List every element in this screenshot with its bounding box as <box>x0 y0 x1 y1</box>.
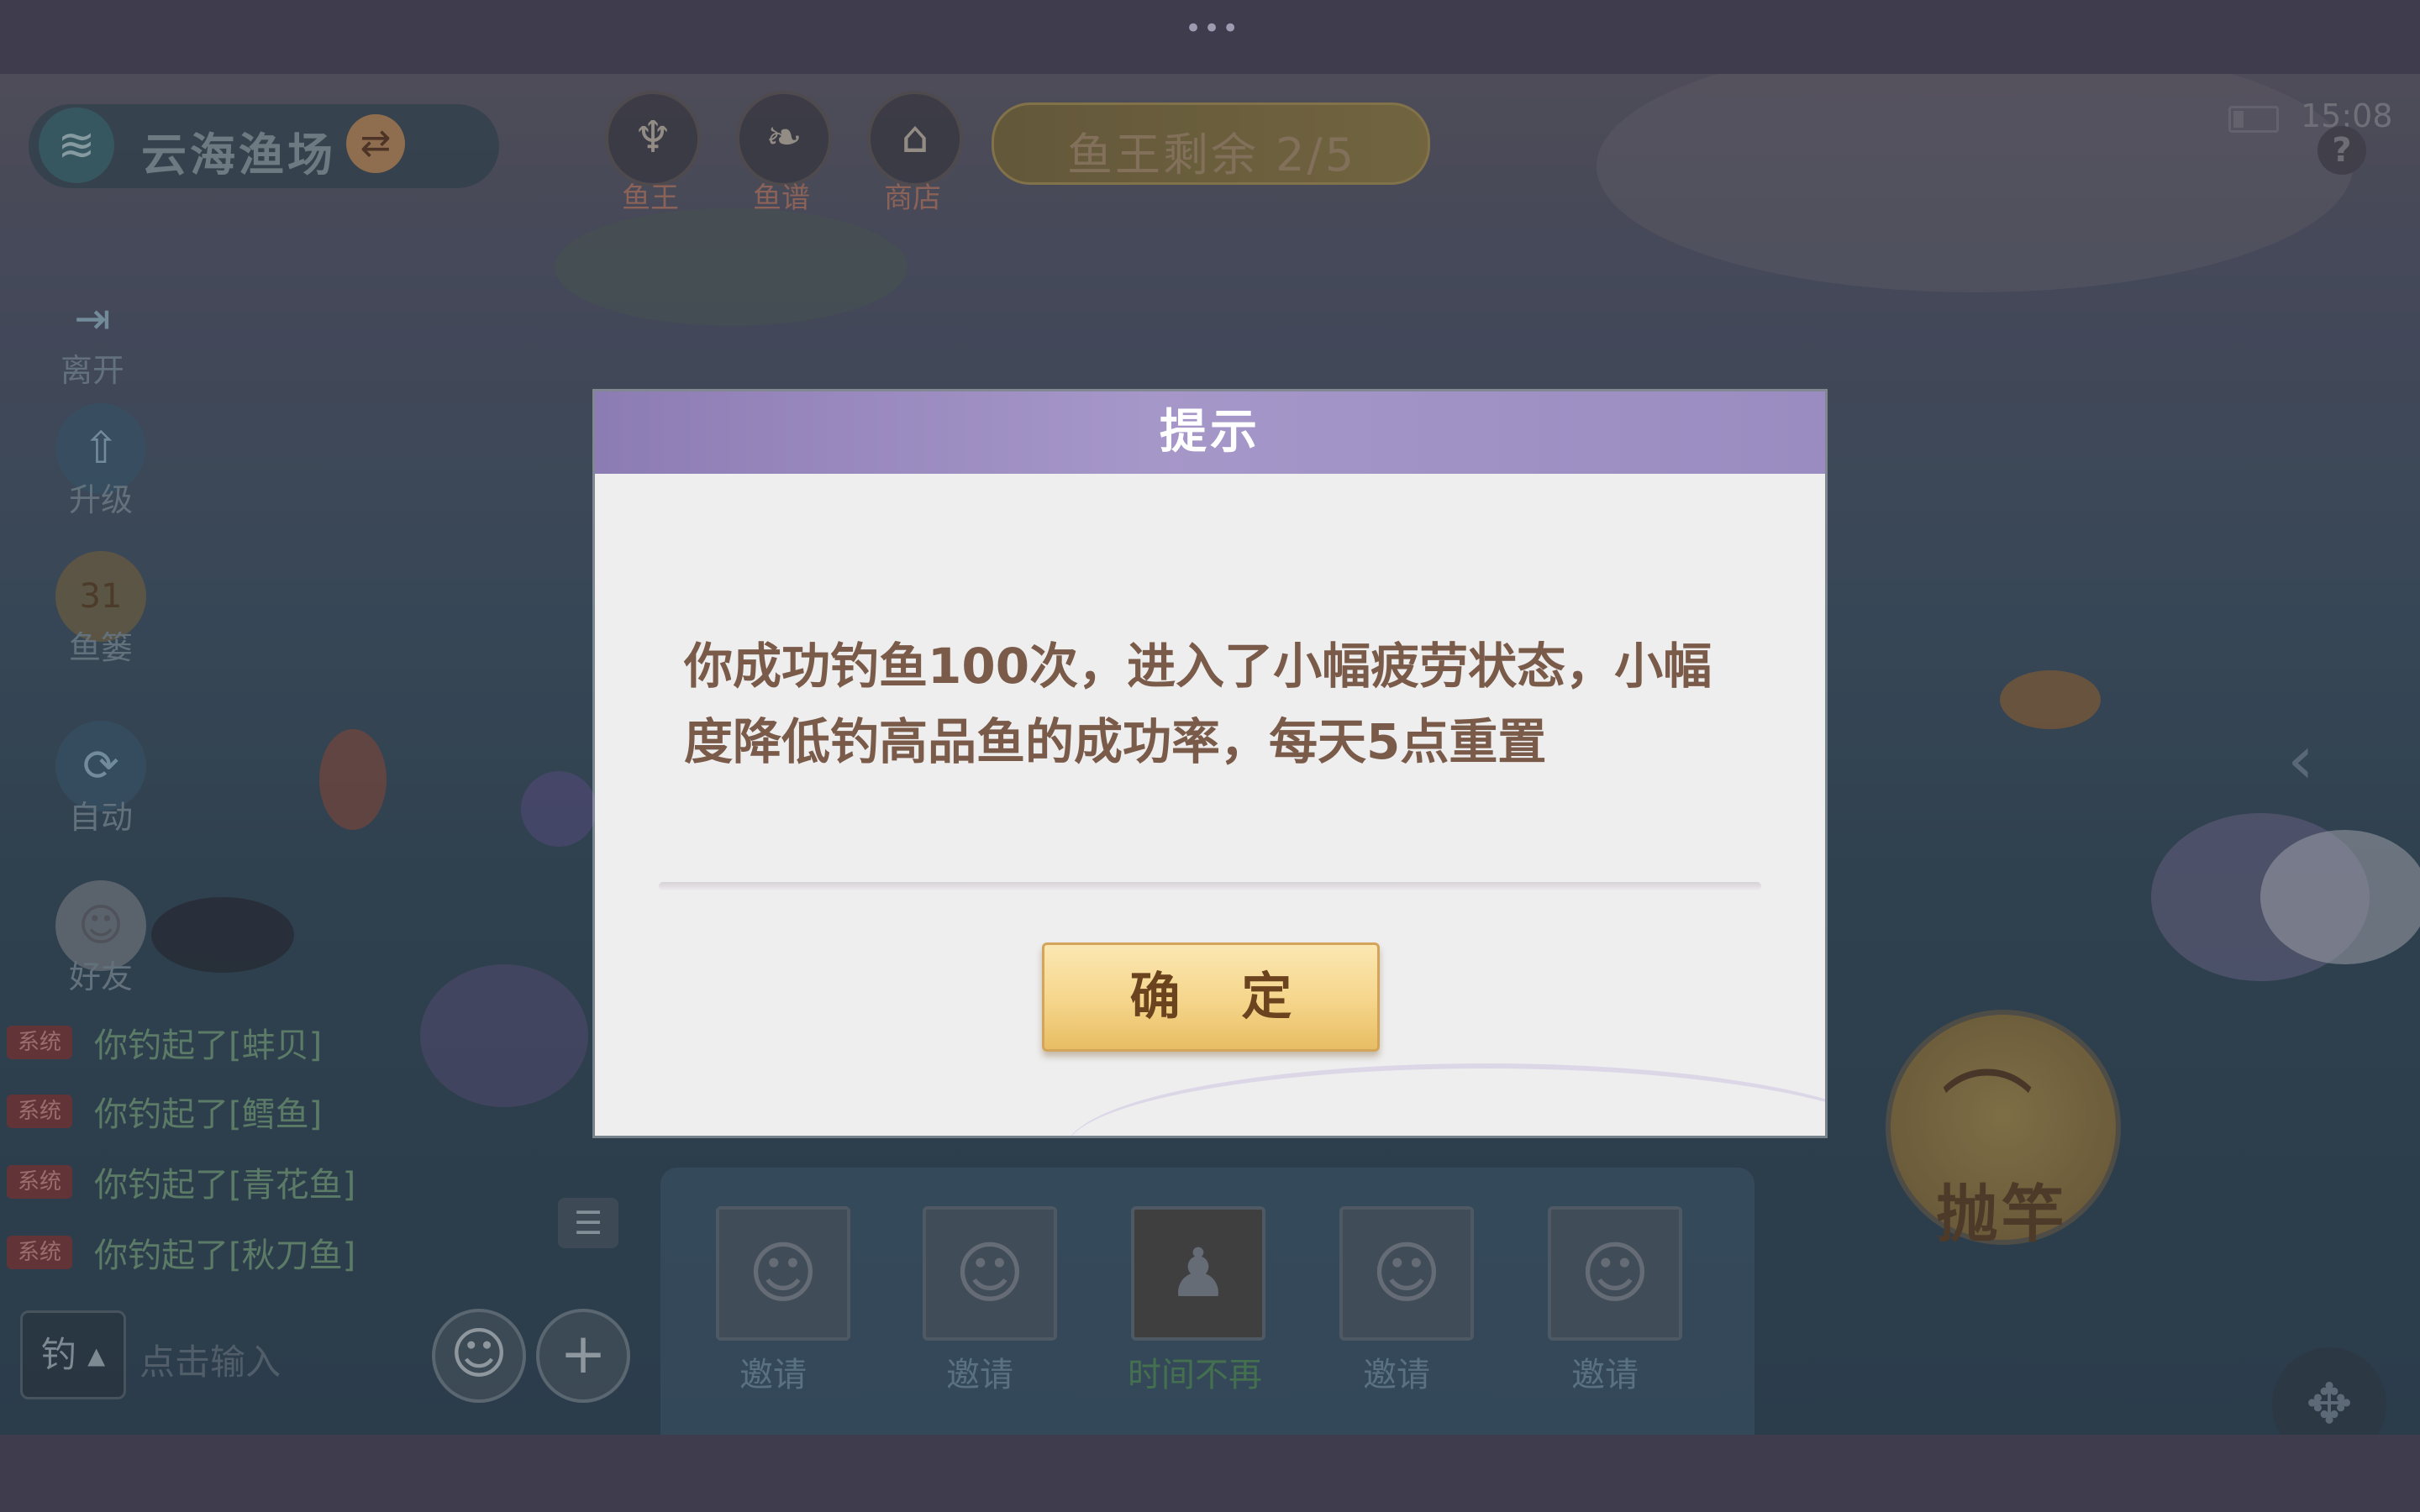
dialog-title: 提示 <box>1160 405 1260 459</box>
decorative-swirl <box>1065 1063 1825 1136</box>
notice-dialog: 提示 你成功钓鱼100次，进入了小幅疲劳状态，小幅度降低钓高品鱼的成功率，每天5… <box>595 391 1825 1136</box>
window-menu-dots[interactable]: ••• <box>1185 12 1240 45</box>
dialog-divider <box>659 882 1761 890</box>
dialog-message: 你成功钓鱼100次，进入了小幅疲劳状态，小幅度降低钓高品鱼的成功率，每天5点重置 <box>684 638 1712 770</box>
system-bottom-bar <box>0 1435 2420 1512</box>
confirm-button[interactable]: 确 定 <box>1042 942 1380 1052</box>
